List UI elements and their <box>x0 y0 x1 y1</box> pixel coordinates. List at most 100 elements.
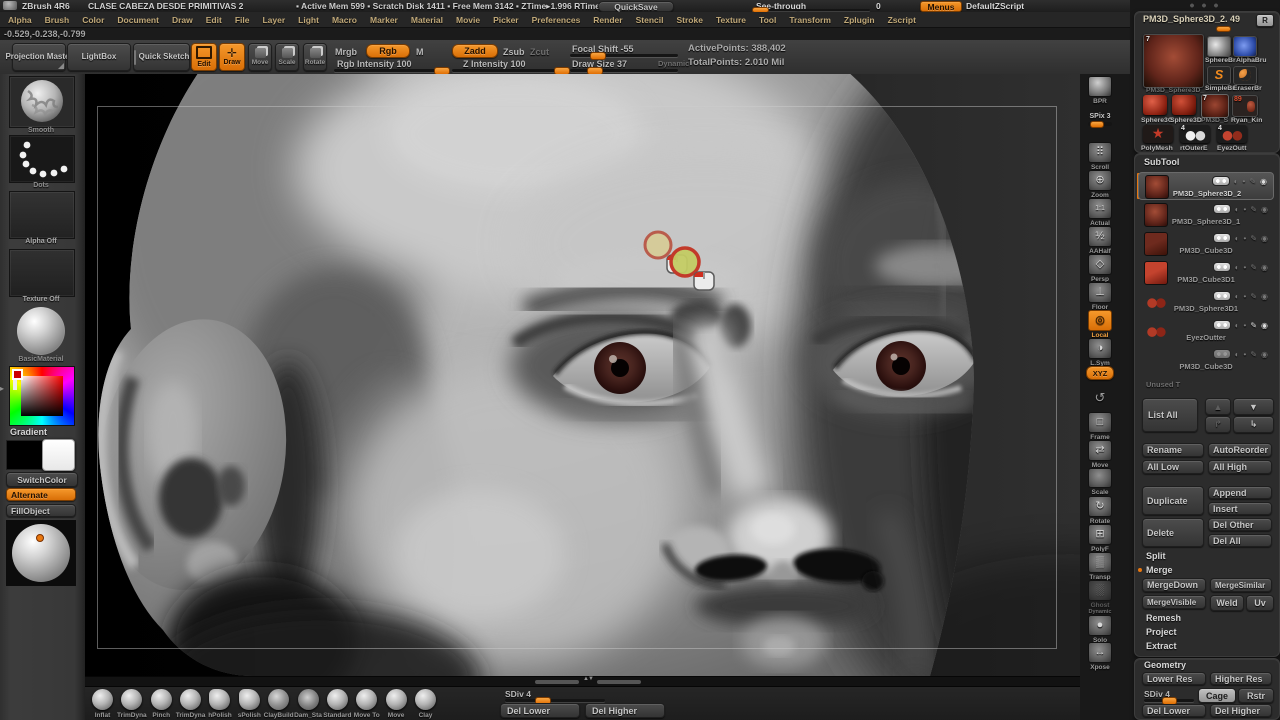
menu-draw[interactable]: Draw <box>172 15 193 25</box>
default-zscript-button[interactable]: DefaultZScript <box>966 1 1024 11</box>
menu-texture[interactable]: Texture <box>716 15 746 25</box>
menu-macro[interactable]: Macro <box>332 15 357 25</box>
color-picker[interactable] <box>9 366 75 426</box>
halfvis-icon[interactable]: ◐ <box>1235 292 1240 301</box>
divider-arrows-icon[interactable]: ▲▼ <box>583 676 593 682</box>
halfvis-icon[interactable]: ◐ <box>1235 205 1240 214</box>
lower-res-button[interactable]: Lower Res <box>1142 672 1206 685</box>
shelf-frame-button[interactable]: □Frame <box>1088 412 1112 440</box>
shelf-spix-slider[interactable]: SPix 3 <box>1088 112 1112 142</box>
draw-mode-button[interactable]: ✛ Draw <box>219 43 245 71</box>
eraserbr-thumbnail[interactable] <box>1233 66 1257 85</box>
halfvis-icon[interactable]: ◐ <box>1235 350 1240 359</box>
menu-preferences[interactable]: Preferences <box>532 15 581 25</box>
dynamic-toggle[interactable]: Dynamic <box>658 59 689 69</box>
projection-master-button[interactable]: Projection Master <box>12 43 66 71</box>
menu-brush[interactable]: Brush <box>45 15 70 25</box>
scale-mode-button[interactable]: Scale <box>275 43 299 71</box>
shelf-aahalf-button[interactable]: ½AAHalf <box>1088 226 1112 254</box>
polypaint-brush-icon[interactable]: ✎ <box>1250 321 1257 330</box>
dot-icon[interactable]: • <box>1243 177 1246 186</box>
del-all-button[interactable]: Del All <box>1208 534 1272 547</box>
eye-icon[interactable]: ◉ <box>1261 205 1268 214</box>
zcut-button[interactable]: Zcut <box>530 47 549 57</box>
subtool-up-button[interactable]: ▲ <box>1205 398 1231 415</box>
fill-object-button[interactable]: FillObject <box>6 504 76 517</box>
dot-icon[interactable]: • <box>1244 350 1247 359</box>
brush-trimdyna2[interactable]: TrimDyna <box>176 689 205 719</box>
dot-icon[interactable]: • <box>1244 263 1247 272</box>
polypaint-brush-icon[interactable]: ✎ <box>1249 177 1256 186</box>
brush-standard[interactable]: Standard <box>323 689 352 719</box>
menu-stencil[interactable]: Stencil <box>636 15 664 25</box>
mrgb-button[interactable]: Mrgb <box>335 47 357 57</box>
current-brush-thumbnail[interactable] <box>9 76 75 128</box>
tool-r-button[interactable]: R <box>1256 14 1274 27</box>
brush-spolish[interactable]: sPolish <box>235 689 264 719</box>
subtool-item[interactable]: ◐•✎◉ PM3D_Cube3D <box>1138 230 1274 258</box>
shelf-local-button[interactable]: ◎ Local <box>1088 310 1112 338</box>
draw-size-slider[interactable] <box>570 69 678 72</box>
active-tool-thumbnail[interactable]: 7 <box>1143 34 1204 88</box>
menu-stroke[interactable]: Stroke <box>676 15 702 25</box>
eye-icon[interactable]: ◉ <box>1261 234 1268 243</box>
menu-zscript[interactable]: Zscript <box>888 15 916 25</box>
halfvis-icon[interactable]: ◐ <box>1235 321 1240 330</box>
dot-icon[interactable]: • <box>1244 321 1247 330</box>
shelf-floor-button[interactable]: ⊥Floor <box>1088 282 1112 310</box>
append-button[interactable]: Append <box>1208 486 1272 499</box>
menu-tool[interactable]: Tool <box>759 15 776 25</box>
focal-shift-slider[interactable] <box>570 54 678 57</box>
remesh-section[interactable]: Remesh <box>1146 613 1181 623</box>
cage-button[interactable]: Cage <box>1198 688 1236 703</box>
visibility-pill-icon[interactable] <box>1213 349 1231 359</box>
brush-hpolish[interactable]: hPolish <box>205 689 234 719</box>
halfvis-icon[interactable]: ◐ <box>1235 234 1240 243</box>
material-thumbnail[interactable] <box>17 307 65 355</box>
geometry-del-lower-button[interactable]: Del Lower <box>1142 704 1206 717</box>
dot-icon[interactable]: • <box>1244 205 1247 214</box>
bottom-sdiv-slider[interactable] <box>505 699 605 702</box>
switch-color-button[interactable]: SwitchColor <box>6 472 78 487</box>
alphabru-thumbnail[interactable] <box>1233 36 1257 57</box>
tray-collapse-arrow[interactable]: ▸ <box>0 384 4 393</box>
uv-button[interactable]: Uv <box>1246 595 1274 611</box>
shelf-xyz-button[interactable]: XYZ <box>1086 366 1114 388</box>
polymesh-thumbnail[interactable]: ★ <box>1143 125 1173 143</box>
menu-color[interactable]: Color <box>82 15 104 25</box>
menu-light[interactable]: Light <box>298 15 319 25</box>
menu-transform[interactable]: Transform <box>789 15 831 25</box>
subtool-item[interactable]: ◐•✎◉ PM3D_Sphere3D1 <box>1138 288 1274 316</box>
brush-move[interactable]: Move <box>382 689 411 719</box>
brush-claybuild[interactable]: ClayBuild <box>264 689 293 719</box>
delete-button[interactable]: Delete <box>1142 518 1204 547</box>
menu-picker[interactable]: Picker <box>493 15 519 25</box>
move-mode-button[interactable]: Move <box>248 43 272 71</box>
color-sv-square[interactable] <box>21 376 63 416</box>
shelf-bpr-button[interactable]: BPR <box>1088 76 1112 112</box>
shelf-move-button[interactable]: ⇄Move <box>1088 440 1112 468</box>
quick-sketch-button[interactable]: Quick Sketch <box>133 43 190 71</box>
eye-icon[interactable]: ◉ <box>1261 263 1268 272</box>
menu-marker[interactable]: Marker <box>370 15 398 25</box>
shelf-ghost-button[interactable]: ░Ghost <box>1088 580 1112 608</box>
dot-icon[interactable]: • <box>1244 292 1247 301</box>
geometry-del-higher-button[interactable]: Del Higher <box>1210 704 1272 717</box>
menu-render[interactable]: Render <box>593 15 622 25</box>
subtool-item[interactable]: ◐•✎◉ PM3D_Sphere3D_1 <box>1138 201 1274 229</box>
extract-section[interactable]: Extract <box>1146 641 1177 651</box>
halfvis-icon[interactable]: ◐ <box>1235 263 1240 272</box>
visibility-pill-icon[interactable] <box>1213 291 1231 301</box>
merge-section[interactable]: Merge <box>1146 565 1173 575</box>
geometry-header[interactable]: Geometry <box>1144 660 1186 670</box>
menu-zplugin[interactable]: Zplugin <box>844 15 875 25</box>
eye-icon[interactable]: ◉ <box>1261 321 1268 330</box>
material-preview-sphere[interactable] <box>12 524 70 582</box>
alternate-button[interactable]: Alternate <box>6 488 76 501</box>
insert-button[interactable]: Insert <box>1208 502 1272 515</box>
brush-moveto[interactable]: Move To <box>352 689 381 719</box>
eyezoutt-thumbnail[interactable]: 4 <box>1217 125 1247 143</box>
shelf-actual-button[interactable]: 1:1Actual <box>1088 198 1112 226</box>
merge-visible-button[interactable]: MergeVisible <box>1142 595 1206 609</box>
secondary-color-swatch[interactable] <box>6 440 46 470</box>
